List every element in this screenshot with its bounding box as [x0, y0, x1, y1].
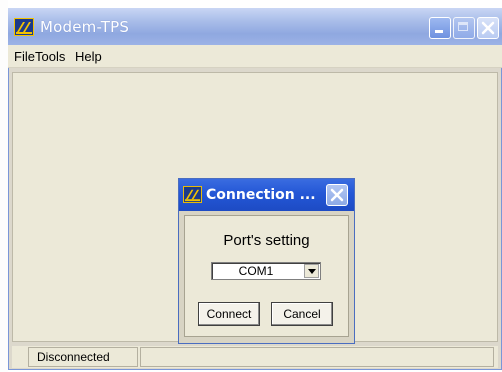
port-setting-label: Port's setting [223, 232, 310, 249]
connection-status: Disconnected [28, 347, 138, 367]
minimize-button[interactable] [429, 17, 451, 39]
menu-help[interactable]: Help [75, 49, 102, 64]
app-icon[interactable] [14, 18, 34, 36]
dialog-close-button[interactable] [326, 184, 348, 206]
close-button[interactable] [477, 17, 499, 39]
menu-file[interactable]: File [14, 49, 35, 64]
window-title: Modem-TPS [40, 18, 130, 36]
menu-tools[interactable]: Tools [35, 49, 65, 64]
desktop-edge [0, 0, 8, 372]
connect-button[interactable]: Connect [198, 302, 260, 326]
connection-dialog: Connection ... Port's setting COM1 Conne… [178, 178, 355, 344]
status-panel-empty [140, 347, 494, 367]
client-area: Connection ... Port's setting COM1 Conne… [12, 72, 498, 344]
port-select[interactable]: COM1 [211, 262, 321, 280]
dialog-body: Port's setting COM1 Connect Cancel [184, 215, 349, 337]
status-bar: Disconnected [12, 346, 498, 368]
close-icon [481, 21, 495, 35]
title-bar[interactable]: Modem-TPS [8, 8, 502, 45]
maximize-button[interactable] [453, 17, 475, 39]
dialog-title: Connection ... [206, 187, 316, 203]
port-select-value: COM1 [238, 264, 274, 278]
app-icon [183, 186, 202, 203]
cancel-button[interactable]: Cancel [271, 302, 333, 326]
chevron-down-icon [308, 269, 316, 274]
dropdown-button[interactable] [304, 264, 319, 278]
main-window: Modem-TPS File Tools Help Connection ...… [8, 8, 502, 370]
close-icon [330, 188, 344, 202]
menu-bar: File Tools Help [8, 45, 502, 68]
dialog-title-bar[interactable]: Connection ... [179, 179, 354, 211]
